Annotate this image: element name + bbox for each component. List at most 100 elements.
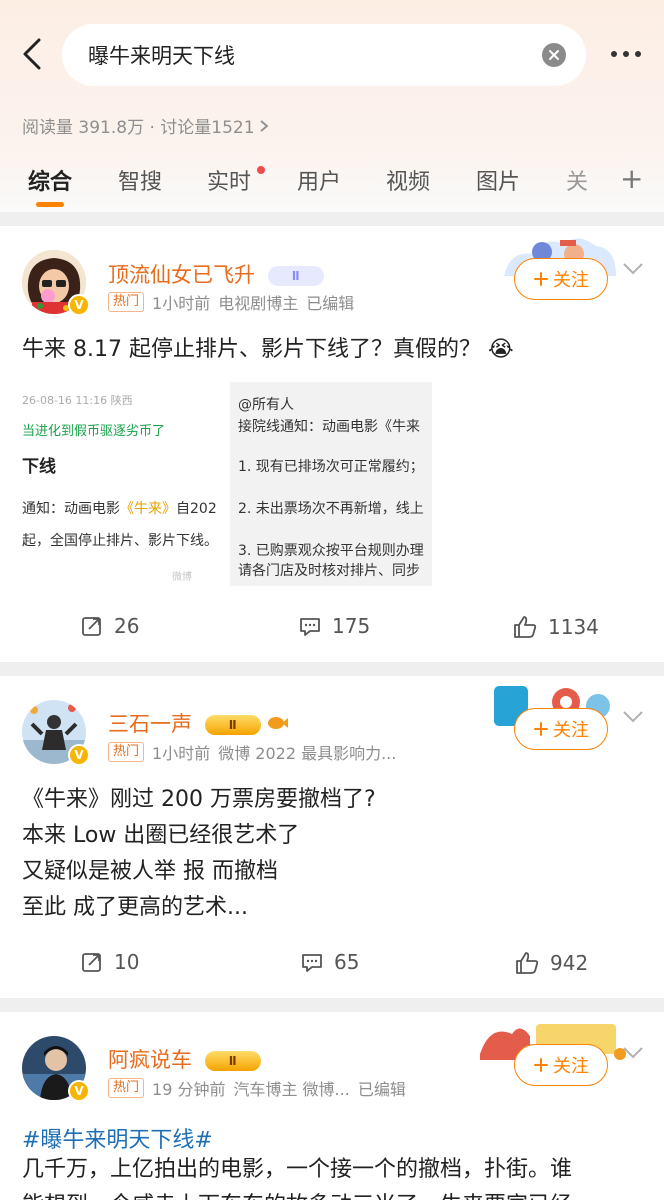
image-date-text: 26-08-16 11:16 陕西 [22,394,133,407]
like-button[interactable]: 942 [514,950,588,976]
image-right-line2: 接院线通知：动画电影《牛来 [238,419,420,435]
like-count: 1134 [548,615,599,639]
back-arrow-icon [23,38,41,70]
hot-badge: 热门 [108,742,145,762]
chevron-right-icon [259,119,268,132]
comment-button[interactable]: 175 [298,614,370,638]
image-right-line6: 请各门店及时核对排片、同步 [238,563,420,579]
topic-hashtag-link[interactable]: #曝牛来明天下线# [22,1122,213,1154]
post-text: 《牛来》刚过 200 万票房要撤档了? 本来 Low 出圈已经很艺术了 又疑似是… [22,782,376,926]
author-tag: 汽车博主 微博... [233,1080,350,1099]
post-card[interactable]: V 顶流仙女已飞升 Ⅱ 热门 1小时前 电视剧博主 已编辑 关注 牛来 8.17… [0,226,664,662]
post-time: 1小时前 [152,294,211,313]
image-right-line4: 2. 未出票场次不再新增，线上 [238,501,424,517]
tab-more[interactable]: 关 [566,164,588,196]
thumbs-up-icon [516,952,539,974]
follow-label: 关注 [553,1056,589,1077]
tab-video[interactable]: 视频 [386,164,430,196]
post-image[interactable]: 26-08-16 11:16 陕西 当进化到假币驱逐劣币了 下线 通知：动画电影… [22,382,432,586]
chevron-down-icon[interactable] [622,262,644,276]
post-username[interactable]: 三石一声 Ⅱ [108,708,289,738]
repost-button[interactable]: 10 [80,950,139,974]
follow-button[interactable]: 关注 [514,708,608,750]
tab-smart-search[interactable]: 智搜 [118,164,162,196]
comment-count: 175 [332,614,371,638]
image-notice-line2: 起，全国停止排片、影片下线。 [22,533,218,549]
post-text-line: 至此 成了更高的艺术... [22,895,248,920]
comment-icon [302,954,322,972]
like-button[interactable]: 1134 [512,614,599,640]
follow-button[interactable]: 关注 [514,258,608,300]
chevron-down-icon[interactable] [622,710,644,724]
topic-stats[interactable]: 阅读量 391.8万 · 讨论量1521 [22,113,269,138]
search-input[interactable]: 曝牛来明天下线 [62,24,586,86]
chevron-down-icon[interactable] [622,1046,644,1060]
tab-users[interactable]: 用户 [297,164,341,196]
post-card[interactable]: V 三石一声 Ⅱ 热门 1小时前 微博 2022 最具影响力... 关注 《牛来… [0,676,664,998]
post-actions: 10 65 942 [0,950,664,990]
post-username[interactable]: 阿疯说车 Ⅱ [108,1044,261,1074]
tab-realtime[interactable]: 实时 [207,164,251,196]
post-image-right[interactable]: @所有人 接院线通知：动画电影《牛来 1. 现有已排场次可正常履约； 2. 未出… [230,382,432,586]
post-username[interactable]: 顶流仙女已飞升 Ⅱ [108,259,324,289]
comment-icon [300,618,320,636]
follow-label: 关注 [553,720,589,741]
search-query-text: 曝牛来明天下线 [88,44,235,68]
edited-label: 已编辑 [357,1080,406,1099]
post-card[interactable]: V 阿疯说车 Ⅱ 热门 19 分钟前 汽车博主 微博... 已编辑 关注 #曝牛… [0,1012,664,1200]
post-image-left[interactable]: 26-08-16 11:16 陕西 当进化到假币驱逐劣币了 下线 通知：动画电影… [22,382,228,586]
image-right-line1: @所有人 [238,397,294,413]
post-time: 1小时前 [152,744,211,763]
verified-badge-icon: V [68,744,90,766]
tab-all[interactable]: 综合 [28,164,72,196]
post-text: 几千万，上亿拍出的电影，一个接一个的撤档，扑街。谁 能想到，今威走上下东东的故多… [22,1152,650,1200]
image-title-text: 下线 [22,457,56,477]
post-text: 牛来 8.17 起停止排片、影片下线了？真假的？ 😭 [22,332,514,368]
username-text: 阿疯说车 [108,1048,192,1072]
post-actions: 26 175 1134 [0,614,664,654]
close-icon [549,50,559,60]
comment-count: 65 [334,950,360,974]
post-text-content: 牛来 8.17 起停止排片、影片下线了？真假的？ [22,337,481,362]
plus-icon [534,722,548,736]
crying-emoji-icon: 😭 [487,337,514,362]
post-text-line: 本来 Low 出圈已经很艺术了 [22,823,300,848]
author-tag: 电视剧博主 [218,294,299,313]
plus-icon [534,272,548,286]
back-button[interactable] [14,34,50,74]
active-tab-indicator [36,202,64,207]
image-watermark: 微博 [172,572,192,583]
username-text: 顶流仙女已飞升 [108,263,255,287]
add-tab-button[interactable]: + [620,162,643,195]
repost-icon [82,953,101,972]
post-text-line: 几千万，上亿拍出的电影，一个接一个的撤档，扑街。谁 [22,1157,573,1182]
verified-badge-icon: V [68,294,90,316]
plus-icon [534,1058,548,1072]
image-green-text: 当进化到假币驱逐劣币了 [22,424,166,439]
repost-count: 26 [114,614,140,638]
comment-button[interactable]: 65 [300,950,359,974]
post-time: 19 分钟前 [152,1080,226,1099]
image-right-line3: 1. 现有已排场次可正常履约； [238,459,424,475]
post-text-line: 又疑似是被人举 报 而撤档 [22,859,278,884]
image-notice-line1: 通知：动画电影《牛来》自202 [22,501,217,517]
username-text: 三石一声 [108,712,192,736]
post-meta: 热门 1小时前 电视剧博主 已编辑 [108,290,354,314]
like-count: 942 [550,951,589,975]
search-header: 曝牛来明天下线 阅读量 391.8万 · 讨论量1521 综合 智搜 实时 用户… [0,0,664,212]
realtime-notification-dot [257,166,265,174]
user-level-badge: Ⅱ [204,1051,261,1071]
follow-label: 关注 [553,270,589,291]
repost-icon [82,617,101,636]
repost-button[interactable]: 26 [80,614,139,638]
fish-icon [268,717,289,729]
clear-search-button[interactable] [542,43,566,67]
tab-images[interactable]: 图片 [476,164,520,196]
topic-stats-text: 阅读量 391.8万 · 讨论量1521 [22,118,255,138]
follow-button[interactable]: 关注 [514,1044,608,1086]
verified-badge-icon: V [68,1080,90,1102]
more-options-button[interactable] [604,34,648,74]
repost-count: 10 [114,950,140,974]
post-meta: 热门 1小时前 微博 2022 最具影响力... [108,740,396,764]
thumbs-up-icon [514,616,537,638]
